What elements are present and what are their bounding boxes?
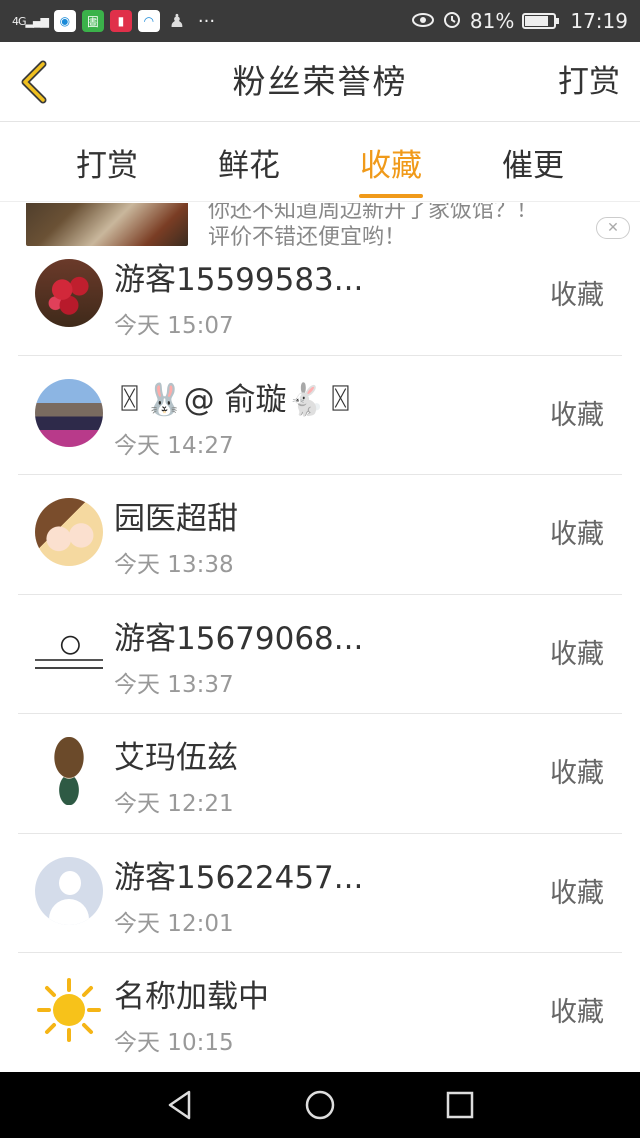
tab-label: 鲜花 [218,147,280,184]
user-name: 〿🐰@ 俞璇🐇〿 [114,381,357,418]
more-notifications-icon: ··· [197,10,216,32]
list-item[interactable]: 艾玛伍兹 今天 12:21 收藏 [18,714,622,834]
action-label: 收藏 [550,519,604,550]
avatar [35,259,103,327]
user-name: 艾玛伍兹 [114,740,238,776]
default-avatar-icon [35,856,103,925]
status-left: 4G▂▄▆ ◉ 圕 ▮ ◠ ♟ ··· [12,10,215,32]
tab-label: 催更 [502,147,564,184]
list-item[interactable]: 名称加载中 今天 10:15 收藏 [18,953,622,1073]
alarm-icon [442,9,462,34]
coupon-app-icon: 圕 [81,10,104,32]
tab-favorites[interactable]: 收藏 [320,122,462,202]
system-nav-bar [0,1072,640,1138]
action-label: 收藏 [550,758,604,789]
user-name: 园医超甜 [114,501,238,537]
timestamp: 今天 15:07 [114,313,234,339]
circle-home-icon [305,1090,335,1120]
user-name: 游客15622457... [114,859,364,896]
timestamp: 今天 13:38 [114,552,234,578]
list-item[interactable]: 游客15599583... 今天 15:07 收藏 [18,236,622,356]
tab-label: 打赏 [76,147,138,184]
tab-urge[interactable]: 催更 [462,122,604,202]
clock: 17:19 [570,9,628,33]
list-item[interactable]: 园医超甜 今天 13:38 收藏 [18,475,622,595]
action-label: 收藏 [550,280,604,311]
eye-icon [411,9,434,33]
battery-icon [522,13,560,29]
page-title: 粉丝荣誉榜 [232,62,408,101]
nav-back-button[interactable] [160,1085,200,1125]
triangle-back-icon [168,1090,191,1120]
ad-line-1: 你还不知道周边新开了家饭馆？！ [208,203,539,223]
tip-button[interactable]: 打赏 [558,42,620,122]
action-label: 收藏 [550,997,604,1028]
fan-list: 游客15599583... 今天 15:07 收藏 〿🐰@ 俞璇🐇〿 今天 14… [0,236,640,1073]
nav-home-button[interactable] [300,1085,340,1125]
action-label: 收藏 [550,399,604,431]
tab-tip[interactable]: 打赏 [36,122,178,202]
status-bar: 4G▂▄▆ ◉ 圕 ▮ ◠ ♟ ··· 81% 17:19 [0,0,640,42]
square-recents-icon [446,1091,474,1119]
tab-bar: 打赏 鲜花 收藏 催更 [0,122,640,202]
timestamp: 今天 14:27 [114,432,234,459]
action-label: 收藏 [550,638,604,670]
list-item[interactable]: 〿🐰@ 俞璇🐇〿 今天 14:27 收藏 [18,356,622,475]
nav-recents-button[interactable] [440,1085,480,1125]
battery-level [525,16,549,26]
list-item[interactable]: 游客15679068... 今天 13:37 收藏 [18,595,622,714]
list-item[interactable]: 游客15622457... 今天 12:01 收藏 [18,834,622,953]
close-icon: ✕ [607,220,619,236]
avatar [35,976,103,1044]
signal-icon: 4G▂▄▆ [12,14,49,28]
active-tab-indicator [359,194,423,198]
cloud-app-icon: ◠ [137,10,160,32]
user-name: 游客15679068... [114,620,364,657]
user-name: 游客15599583... [114,262,364,298]
status-right: 81% 17:19 [411,9,628,34]
timestamp: 今天 12:01 [114,910,234,937]
action-label: 收藏 [550,877,604,909]
avatar [35,498,103,566]
tab-flowers[interactable]: 鲜花 [178,122,320,202]
qq-icon: ♟ [168,10,185,32]
timestamp: 今天 10:15 [114,1030,234,1056]
tab-label: 收藏 [360,147,422,184]
avatar [35,737,103,805]
avatar [35,617,103,686]
browser-app-icon: ◉ [53,10,76,32]
app-header: 粉丝荣誉榜 打赏 [0,42,640,122]
avatar [35,378,103,447]
user-name: 名称加载中 [114,979,269,1015]
timestamp: 今天 12:21 [114,791,234,817]
reader-app-icon: ▮ [109,10,132,32]
sun-icon [37,978,101,1042]
timestamp: 今天 13:37 [114,671,234,698]
battery-percent: 81% [469,9,515,33]
